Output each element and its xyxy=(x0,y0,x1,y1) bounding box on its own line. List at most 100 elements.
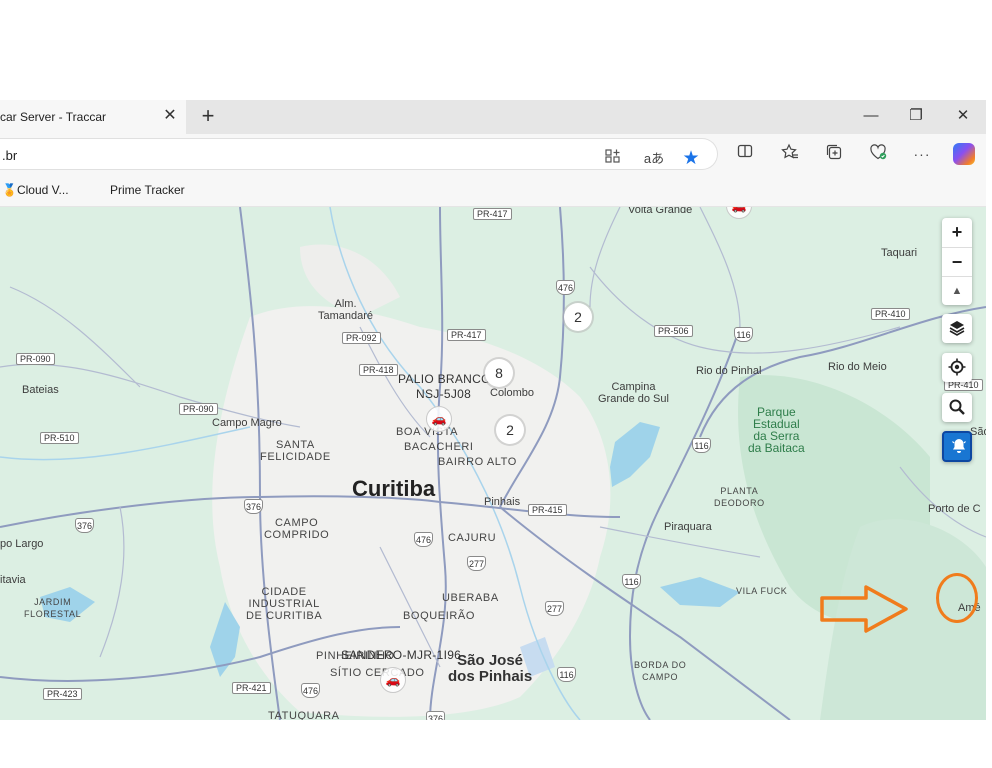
highway-shield: 376 xyxy=(426,711,445,720)
road-shield: PR-423 xyxy=(43,688,82,700)
road-shield: PR-090 xyxy=(16,353,55,365)
road-shield: PR-418 xyxy=(359,364,398,376)
address-bar[interactable]: .br aあ ★ xyxy=(0,138,718,170)
new-tab-button[interactable]: + xyxy=(198,105,218,127)
close-window-button[interactable]: ✕ xyxy=(953,106,973,126)
car-marker-icon[interactable]: 🚗 xyxy=(380,667,406,693)
browser-window: car Server - Traccar ✕ + — ❐ ✕ .br aあ ★ xyxy=(0,100,986,720)
district-label: UBERABA xyxy=(442,592,499,604)
district-label: CIDADE INDUSTRIAL DE CURITIBA xyxy=(246,586,323,622)
place-label: po Largo xyxy=(0,538,44,550)
zoom-control: + − ▲ xyxy=(942,218,972,305)
city-label: Curitiba xyxy=(352,476,436,501)
district-label: BORDA DO CAMPO xyxy=(634,660,687,682)
device-label: NSJ-5J08 xyxy=(416,387,472,401)
road-shield: PR-510 xyxy=(40,432,79,444)
favorite-label: Cloud V... xyxy=(16,183,69,197)
favorite-star-icon[interactable]: ★ xyxy=(680,148,702,170)
device-cluster-marker[interactable]: 2 xyxy=(564,303,592,331)
road-shield: PR-506 xyxy=(654,325,693,337)
road-shield: PR-417 xyxy=(447,329,486,341)
district-label: BOQUEIRÃO xyxy=(403,610,476,622)
place-label: Piraquara xyxy=(664,521,712,533)
screenshot: car Server - Traccar ✕ + — ❐ ✕ .br aあ ★ xyxy=(0,0,992,768)
browser-toolbar: .br aあ ★ ··· xyxy=(0,134,986,174)
district-label: CAJURU xyxy=(448,532,497,544)
district-label: BACACHERI xyxy=(404,441,474,453)
highway-shield: 116 xyxy=(692,438,711,453)
collections-icon[interactable] xyxy=(823,143,845,165)
tab-title: car Server - Traccar xyxy=(0,110,107,124)
place-label: Bateias xyxy=(22,384,59,396)
active-tab[interactable]: car Server - Traccar ✕ xyxy=(0,100,186,134)
place-label: Alm. Tamandaré xyxy=(318,298,374,322)
place-label: Rio do Meio xyxy=(828,361,887,373)
road-shield: PR-421 xyxy=(232,682,271,694)
medal-icon: 🏅 xyxy=(2,183,17,197)
search-icon[interactable] xyxy=(942,393,972,422)
place-label: Porto de C xyxy=(928,503,981,515)
locate-control xyxy=(942,353,972,382)
city-label: São José dos Pinhais xyxy=(448,652,533,685)
road-shield: PR-415 xyxy=(528,504,567,516)
restore-button[interactable]: ❐ xyxy=(906,106,926,126)
favorite-item-prime-tracker[interactable]: Prime Tracker xyxy=(110,183,185,197)
place-label: Campo Magro xyxy=(212,417,282,429)
notifications-control xyxy=(942,431,972,462)
device-label: PALIO BRANCO xyxy=(398,372,491,386)
device-cluster-marker[interactable]: 8 xyxy=(485,359,513,387)
annotation-arrow-icon xyxy=(820,585,908,633)
zoom-in-button[interactable]: + xyxy=(942,218,972,247)
highway-shield: 476 xyxy=(414,532,433,547)
device-cluster-marker[interactable]: 2 xyxy=(496,416,524,444)
annotation-circle xyxy=(936,573,978,623)
highway-shield: 376 xyxy=(244,499,263,514)
road-shield: PR-417 xyxy=(473,208,512,220)
notification-bell-icon[interactable] xyxy=(944,433,974,460)
district-label: SÍTIO CERCADO xyxy=(330,667,425,679)
layers-control xyxy=(942,314,972,343)
device-label: SANDERO-MJR-1I96 xyxy=(341,648,462,662)
place-label: itavia xyxy=(0,574,26,586)
car-marker-icon[interactable]: 🚗 xyxy=(426,406,452,432)
compass-button[interactable]: ▲ xyxy=(942,276,972,305)
district-label: VILA FUCK xyxy=(736,586,788,596)
highway-shield: 277 xyxy=(545,601,564,616)
highway-shield: 116 xyxy=(734,327,753,342)
road-shield: PR-090 xyxy=(179,403,218,415)
layers-icon[interactable] xyxy=(942,314,972,343)
tab-bar: car Server - Traccar ✕ + — ❐ ✕ xyxy=(0,100,986,134)
favorites-bar: 🏅Cloud V... Prime Tracker xyxy=(0,174,986,207)
place-label: Pinhais xyxy=(484,496,521,508)
highway-shield: 277 xyxy=(467,556,486,571)
split-screen-icon[interactable] xyxy=(734,143,756,165)
apps-icon[interactable] xyxy=(602,148,624,170)
favorites-icon[interactable] xyxy=(779,143,801,165)
place-label: Campina Grande do Sul xyxy=(598,381,669,405)
highway-shield: 476 xyxy=(301,683,320,698)
highway-shield: 376 xyxy=(75,518,94,533)
minimize-button[interactable]: — xyxy=(861,106,881,126)
locate-icon[interactable] xyxy=(942,353,972,382)
district-label: JARDIM FLORESTAL xyxy=(24,597,82,619)
district-label: TATUQUARA xyxy=(268,710,340,720)
place-label: Colombo xyxy=(490,387,535,399)
map-view[interactable]: Volta Grande Taquari Alm. Tamandaré Bate… xyxy=(0,207,986,720)
browser-essentials-icon[interactable] xyxy=(867,143,889,165)
copilot-icon[interactable] xyxy=(953,143,975,165)
read-aloud-icon[interactable]: aあ xyxy=(640,148,668,170)
district-label: CAMPO COMPRIDO xyxy=(264,517,330,541)
road-shield: PR-092 xyxy=(342,332,381,344)
tab-close-icon[interactable]: ✕ xyxy=(161,107,179,125)
more-icon[interactable]: ··· xyxy=(911,143,933,165)
park-label: Parque Estadual da Serra da Baitaca xyxy=(748,405,805,455)
zoom-out-button[interactable]: − xyxy=(942,247,972,276)
road-shield: PR-410 xyxy=(871,308,910,320)
search-control xyxy=(942,393,972,422)
url-text[interactable]: .br xyxy=(2,148,17,163)
highway-shield: 476 xyxy=(556,280,575,295)
favorite-item-cloud[interactable]: 🏅Cloud V... xyxy=(2,183,69,197)
district-label: SANTA FELICIDADE xyxy=(260,439,331,463)
district-label: PLANTA DEODORO xyxy=(714,486,765,508)
highway-shield: 116 xyxy=(557,667,576,682)
